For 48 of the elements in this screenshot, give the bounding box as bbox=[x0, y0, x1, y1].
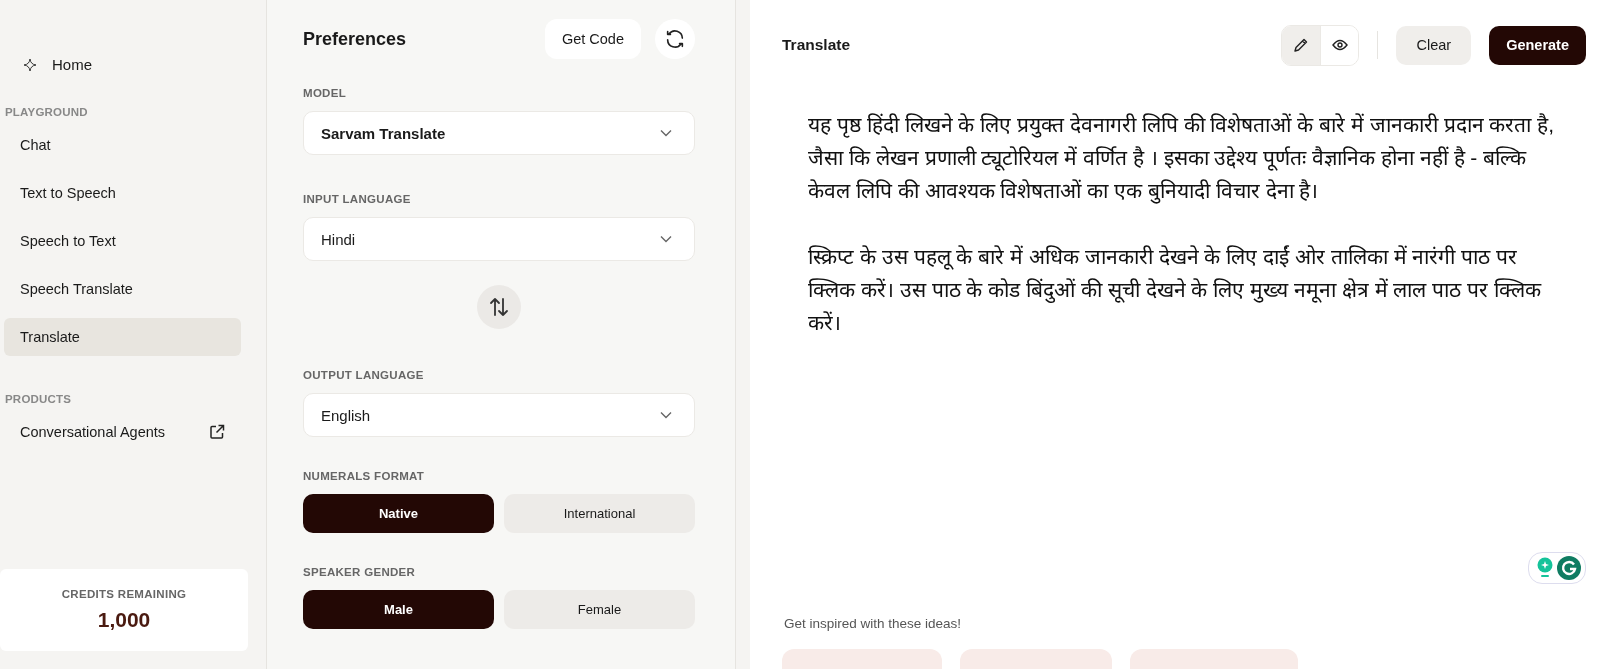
chevron-down-icon bbox=[660, 129, 672, 137]
dropdown[interactable]: Sarvam Translate bbox=[303, 111, 695, 155]
refresh-icon bbox=[664, 28, 686, 50]
nav-item[interactable]: Conversational Agents bbox=[4, 413, 241, 451]
toggle-option[interactable]: Native bbox=[303, 494, 494, 533]
g-logo-icon bbox=[1557, 556, 1581, 580]
page-title: Translate bbox=[782, 36, 851, 54]
field-label: MODEL bbox=[303, 87, 348, 99]
swap-arrows-icon bbox=[488, 296, 510, 318]
credits-value: 1,000 bbox=[97, 608, 151, 632]
external-link-icon bbox=[209, 424, 225, 440]
field-label: OUTPUT LANGUAGE bbox=[303, 369, 425, 381]
generate-button[interactable]: Generate bbox=[1489, 25, 1586, 65]
swap-languages-button[interactable] bbox=[477, 285, 521, 329]
pencil-icon bbox=[1293, 37, 1310, 53]
nav-item[interactable]: Text to Speech bbox=[4, 174, 241, 212]
ideas-heading: Get inspired with these ideas! bbox=[784, 616, 963, 631]
paragraph: यह पृष्ठ हिंदी लिखने के लिए प्रयुक्त देवनागरी लिपि की विशेषताओं के बारे में जानकारी प्रदान करता है, जैसा कि लेखन प्रणाली ट्यूटोरियल में वर्णित है । इसका उद्देश्य पूर्णतः वैज्ञानिक होना नहीं है - बल्कि केवल लिपि की आवश्यक विशेषताओं का एक बुनियादी विचार देना है। bbox=[808, 112, 1556, 206]
sparkle-icon bbox=[24, 58, 36, 71]
edit-mode-button[interactable] bbox=[1282, 25, 1321, 65]
chevron-down-icon bbox=[660, 235, 672, 243]
field-label: INPUT LANGUAGE bbox=[303, 193, 412, 205]
nav-item[interactable]: Speech Translate bbox=[4, 270, 241, 308]
section-heading: PRODUCTS bbox=[4, 393, 73, 405]
toggle-option[interactable]: Male bbox=[303, 590, 494, 629]
panel-title: Preferences bbox=[303, 28, 408, 50]
credits-label: CREDITS REMAINING bbox=[61, 588, 187, 600]
dropdown[interactable]: Hindi bbox=[303, 217, 695, 261]
preview-mode-button[interactable] bbox=[1320, 25, 1359, 65]
nav-item[interactable]: Speech to Text bbox=[4, 222, 241, 260]
eye-icon bbox=[1331, 39, 1348, 51]
paragraph: स्क्रिप्ट के उस पहलू के बारे में अधिक जानकारी देखने के लिए दाईं ओर तालिका में नारंगी पाठ पर क्लिक करें। उस पाठ के कोड बिंदुओं की सूची देखने के लिए मुख्य नमूना क्षेत्र में लाल पाठ पर क्लिक करें। bbox=[808, 244, 1543, 336]
home-label: Home bbox=[52, 56, 92, 73]
nav-item[interactable]: Translate bbox=[4, 318, 241, 356]
clear-button[interactable]: Clear bbox=[1396, 25, 1472, 65]
dropdown[interactable]: English bbox=[303, 393, 695, 437]
home-link[interactable]: Home bbox=[0, 50, 116, 79]
get-code-button[interactable]: Get Code bbox=[544, 19, 641, 59]
writing-assistant-widget[interactable] bbox=[1528, 552, 1586, 584]
chevron-down-icon bbox=[660, 411, 672, 419]
nav-item[interactable]: Chat bbox=[4, 126, 241, 164]
toggle-option[interactable]: Female bbox=[504, 590, 695, 629]
bulb-icon bbox=[1537, 557, 1553, 579]
refresh-button[interactable] bbox=[655, 19, 695, 59]
field-label: SPEAKER GENDER bbox=[303, 566, 417, 578]
toggle-option[interactable]: International bbox=[504, 494, 695, 533]
field-label: NUMERALS FORMAT bbox=[303, 470, 426, 482]
section-heading: PLAYGROUND bbox=[4, 106, 89, 118]
